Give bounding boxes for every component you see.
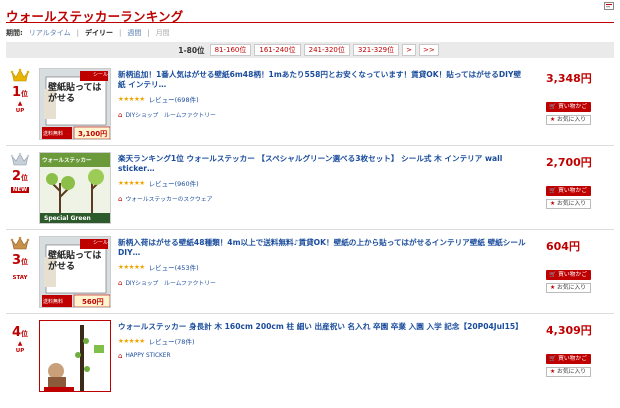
rating-stars-icon: ★★★★★ — [118, 337, 145, 345]
rating-stars-icon: ★★★★★ — [118, 95, 145, 103]
star-icon: ★ — [550, 285, 556, 291]
review-count-link[interactable]: レビュー(78件) — [149, 336, 195, 346]
add-to-favorites-button[interactable]: ★ お気に入り — [546, 115, 591, 125]
shop-name-link[interactable]: ウォールステッカーのスクウェア — [125, 194, 212, 203]
purchase-block: 3,348円 🛒 買い物かご ★ お気に入り — [546, 70, 606, 125]
rating-stars-icon: ★★★★★ — [118, 263, 145, 271]
thumb-badge: シール — [92, 72, 108, 78]
product-info: 楽天ランキング1位 ウォールステッカー 【スペシャルグリーン選べる3枚セット】 … — [118, 154, 528, 203]
product-price: 4,309円 — [546, 324, 592, 337]
star-icon: ★ — [550, 117, 556, 123]
current-page: 1-80位 — [178, 45, 205, 55]
product-price: 3,348円 — [546, 72, 592, 85]
add-to-cart-button[interactable]: 🛒 買い物かご — [546, 102, 591, 112]
add-to-cart-button[interactable]: 🛒 買い物かご — [546, 354, 591, 364]
period-label: 期間: — [6, 29, 23, 37]
shop-name-link[interactable]: HAPPY STICKER — [125, 353, 170, 359]
thumb-badge: Special Green — [44, 215, 91, 222]
review-count-link[interactable]: レビュー(698件) — [149, 94, 199, 104]
rank-block: 3位 STAY — [6, 230, 34, 281]
period-selector: 期間: リアルタイム | デイリー | 週間 | 月間 — [6, 28, 170, 38]
product-image[interactable]: 壁紙貼ってはがせる シール 送料無料 560円 — [39, 236, 111, 308]
page-link-81[interactable]: 81-160位 — [209, 44, 252, 56]
add-to-cart-button[interactable]: 🛒 買い物かご — [546, 186, 591, 196]
product-name-link[interactable]: 新柄入荷はがせる壁紙48種類！4m以上で送料無料♪賃貸OK！壁紙の上から貼っては… — [118, 238, 528, 258]
star-icon: ★ — [550, 369, 556, 375]
review-count-link[interactable]: レビュー(960件) — [149, 178, 199, 188]
next-page-button[interactable]: > — [402, 44, 416, 56]
trend-label: STAY — [12, 275, 28, 281]
rss-icon[interactable] — [604, 2, 614, 10]
trend-up-arrow-icon: ▲ — [17, 340, 23, 347]
period-daily-link[interactable]: デイリー — [85, 28, 113, 38]
thumb-price: 3,100円 — [78, 130, 108, 138]
add-to-cart-button[interactable]: 🛒 買い物かご — [546, 270, 591, 280]
add-to-favorites-button[interactable]: ★ お気に入り — [546, 283, 591, 293]
product-info: ウォールステッカー 身長計 木 160cm 200cm 柱 細い 出産祝い 名入… — [118, 322, 528, 360]
rank-block: 2位 NEW — [6, 146, 34, 193]
thumb-caption: ウォールステッカー — [42, 158, 92, 164]
ranking-row: 2位 NEW ウォールステッカー Special Green 楽天ランキング1位… — [6, 146, 614, 230]
thumb-badge: シール — [92, 240, 108, 246]
rank-number: 3 — [11, 253, 22, 268]
rank-block: 4位 ▲ UP — [6, 314, 34, 355]
shop-name-link[interactable]: DIYショップ ルームファクトリー — [125, 110, 215, 119]
product-price: 2,700円 — [546, 156, 592, 169]
product-image[interactable]: 壁紙貼ってはがせる シール 送料無料 3,100円 — [39, 68, 111, 140]
purchase-block: 604円 🛒 買い物かご ★ お気に入り — [546, 238, 606, 293]
rank-number: 4 — [11, 325, 22, 340]
product-info: 新柄追加！1番人気はがせる壁紙6m48柄！1mあたり558円とお安くなっています… — [118, 70, 528, 119]
period-weekly-link[interactable]: 週間 — [127, 28, 141, 38]
page-link-321[interactable]: 321-329位 — [352, 44, 400, 56]
rank-block: 1位 ▲ UP — [6, 62, 34, 114]
shop-house-icon: ⌂ — [118, 110, 123, 119]
add-to-favorites-button[interactable]: ★ お気に入り — [546, 199, 591, 209]
ranking-row: 3位 STAY 壁紙貼ってはがせる シール 送料無料 560円 新柄入荷はがせる… — [6, 230, 614, 314]
thumb-price: 560円 — [82, 298, 104, 306]
shop-name-link[interactable]: DIYショップ ルームファクトリー — [125, 278, 215, 287]
rating-stars-icon: ★★★★★ — [118, 179, 145, 187]
period-monthly-link[interactable]: 月間 — [156, 28, 170, 38]
product-image[interactable]: ウォールステッカー Special Green — [39, 152, 111, 224]
product-name-link[interactable]: ウォールステッカー 身長計 木 160cm 200cm 柱 細い 出産祝い 名入… — [118, 322, 528, 332]
product-name-link[interactable]: 新柄追加！1番人気はがせる壁紙6m48柄！1mあたり558円とお安くなっています… — [118, 70, 528, 90]
silver-crown-icon — [10, 152, 30, 166]
thumb-caption: 壁紙貼ってはがせる — [48, 83, 102, 104]
review-count-link[interactable]: レビュー(453件) — [149, 262, 199, 272]
shop-house-icon: ⌂ — [118, 278, 123, 287]
product-name-link[interactable]: 楽天ランキング1位 ウォールステッカー 【スペシャルグリーン選べる3枚セット】 … — [118, 154, 528, 174]
trend-label: UP — [15, 348, 25, 354]
ranking-row: 4位 ▲ UP ウォールステッカー 身長計 木 160cm 200cm 柱 細い… — [6, 314, 614, 398]
pagination-bar: 1-80位 81-160位 161-240位 241-320位 321-329位… — [6, 42, 614, 58]
thumb-caption: 壁紙貼ってはがせる — [48, 251, 102, 272]
title-divider — [6, 22, 614, 23]
gold-crown-icon — [10, 68, 30, 82]
trend-up-arrow-icon: ▲ — [17, 100, 23, 107]
product-price: 604円 — [546, 240, 580, 253]
ranking-row: 1位 ▲ UP 壁紙貼ってはがせる シール 送料無料 3,100円 新柄追加！1… — [6, 62, 614, 146]
purchase-block: 2,700円 🛒 買い物かご ★ お気に入り — [546, 154, 606, 209]
thumb-shipping-note: 送料無料 — [43, 299, 64, 305]
period-realtime-link[interactable]: リアルタイム — [29, 28, 71, 38]
thumb-shipping-note: 送料無料 — [43, 131, 64, 137]
last-page-button[interactable]: >> — [418, 44, 439, 56]
rank-number: 1 — [11, 85, 22, 100]
bronze-crown-icon — [10, 236, 30, 250]
add-to-favorites-button[interactable]: ★ お気に入り — [546, 367, 591, 377]
product-image[interactable] — [39, 320, 111, 392]
product-info: 新柄入荷はがせる壁紙48種類！4m以上で送料無料♪賃貸OK！壁紙の上から貼っては… — [118, 238, 528, 287]
page-link-161[interactable]: 161-240位 — [254, 44, 301, 56]
trend-label: NEW — [10, 187, 30, 193]
page-link-241[interactable]: 241-320位 — [303, 44, 350, 56]
star-icon: ★ — [550, 201, 556, 207]
rank-number: 2 — [11, 169, 22, 184]
shop-house-icon: ⌂ — [118, 194, 123, 203]
purchase-block: 4,309円 🛒 買い物かご ★ お気に入り — [546, 322, 606, 377]
shop-house-icon: ⌂ — [118, 352, 123, 360]
trend-label: UP — [15, 108, 25, 114]
